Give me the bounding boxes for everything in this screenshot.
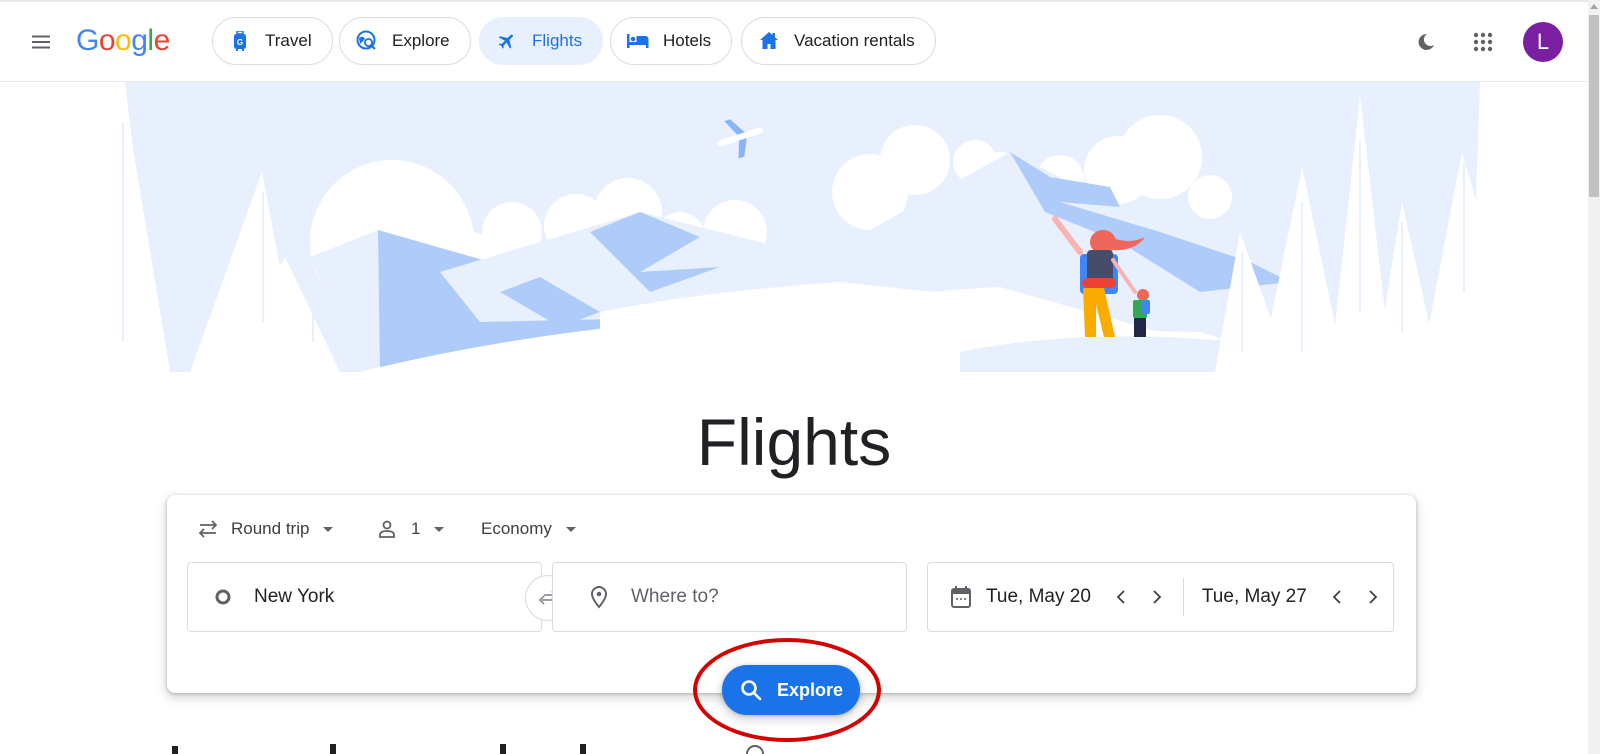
scrollbar-thumb[interactable] — [1589, 15, 1599, 197]
date-divider — [1182, 578, 1184, 616]
hamburger-menu-icon — [32, 35, 50, 49]
nav-chip-hotels[interactable]: Hotels — [610, 17, 733, 65]
nav-chip-label: Travel — [265, 31, 312, 50]
explore-search-button[interactable]: Explore — [722, 665, 860, 715]
cabin-class-value: Economy — [481, 519, 552, 538]
moon-icon — [1418, 33, 1434, 50]
origin-input[interactable]: New York — [187, 562, 542, 632]
logo-letter: g — [131, 24, 148, 57]
nav-chip-vacation-rentals[interactable]: Vacation rentals — [741, 17, 936, 65]
google-apps-button[interactable] — [1465, 24, 1501, 60]
account-avatar[interactable]: L — [1523, 22, 1563, 62]
return-date-field[interactable]: Tue, May 27 — [1202, 563, 1307, 631]
bed-icon — [627, 30, 649, 52]
search-icon — [741, 680, 762, 701]
logo-letter: G — [76, 24, 99, 57]
passengers-dropdown[interactable]: 1 — [377, 511, 445, 547]
logo-letter: e — [153, 24, 171, 57]
explore-globe-icon — [356, 30, 378, 52]
airplane-icon — [496, 30, 518, 52]
nav-chip-explore[interactable]: Explore — [339, 17, 471, 65]
departure-date-value: Tue, May 20 — [986, 586, 1091, 607]
nav-chip-flights[interactable]: Flights — [479, 17, 604, 65]
hero-illustration — [50, 82, 1508, 372]
flight-search-card: Round trip 1 Economy New York Where to? … — [167, 495, 1416, 693]
nav-chip-label: Vacation rentals — [794, 31, 915, 50]
nav-chip-label: Hotels — [663, 31, 712, 50]
chevron-down-icon — [323, 526, 334, 532]
main-menu-button[interactable] — [22, 25, 60, 59]
departure-next-day-button[interactable] — [1139, 579, 1175, 615]
person-icon — [379, 520, 395, 538]
origin-circle-icon — [215, 589, 231, 605]
trip-type-value: Round trip — [231, 519, 310, 538]
chevron-right-icon — [1369, 590, 1378, 604]
chevron-right-icon — [1153, 590, 1162, 604]
chevron-down-icon — [434, 526, 445, 532]
apps-grid-icon — [1473, 32, 1493, 52]
destination-input[interactable]: Where to? — [552, 562, 907, 632]
trip-type-dropdown[interactable]: Round trip — [197, 511, 334, 547]
chevron-left-icon — [1116, 590, 1125, 604]
luggage-icon: G — [229, 30, 251, 52]
google-logo[interactable]: Google — [76, 24, 170, 58]
nav-chip-label: Flights — [532, 31, 583, 50]
passengers-value: 1 — [411, 519, 421, 538]
top-app-bar: Google G Travel Explore Flights Hotels V… — [0, 2, 1588, 82]
chevron-left-icon — [1332, 590, 1341, 604]
vertical-scrollbar[interactable] — [1588, 0, 1600, 754]
return-next-day-button[interactable] — [1355, 579, 1391, 615]
departure-date-field[interactable]: Tue, May 20 — [950, 563, 1091, 631]
destination-placeholder: Where to? — [631, 586, 719, 607]
return-previous-day-button[interactable] — [1319, 579, 1355, 615]
cabin-class-dropdown[interactable]: Economy — [481, 511, 576, 547]
departure-previous-day-button[interactable] — [1103, 579, 1139, 615]
nav-chip-travel[interactable]: G Travel — [212, 17, 333, 65]
svg-text:G: G — [237, 38, 243, 47]
nav-chip-label: Explore — [392, 31, 450, 50]
location-pin-icon — [590, 585, 608, 609]
logo-letter: o — [98, 24, 116, 57]
return-date-value: Tue, May 27 — [1201, 586, 1307, 607]
logo-letter: o — [115, 24, 132, 57]
date-range-field: Tue, May 20 Tue, May 27 — [927, 562, 1394, 632]
swap-arrows-icon — [198, 520, 218, 538]
page-title: Flights — [696, 405, 892, 480]
calendar-icon — [951, 586, 971, 608]
scroll-up-arrow-icon[interactable] — [1590, 4, 1598, 9]
avatar-letter: L — [1536, 29, 1550, 54]
origin-value: New York — [254, 586, 335, 607]
chevron-down-icon — [565, 526, 576, 532]
explore-button-label: Explore — [776, 679, 844, 700]
cut-off-section-heading — [170, 740, 770, 754]
house-icon — [758, 30, 780, 52]
dark-theme-toggle[interactable] — [1408, 24, 1444, 60]
